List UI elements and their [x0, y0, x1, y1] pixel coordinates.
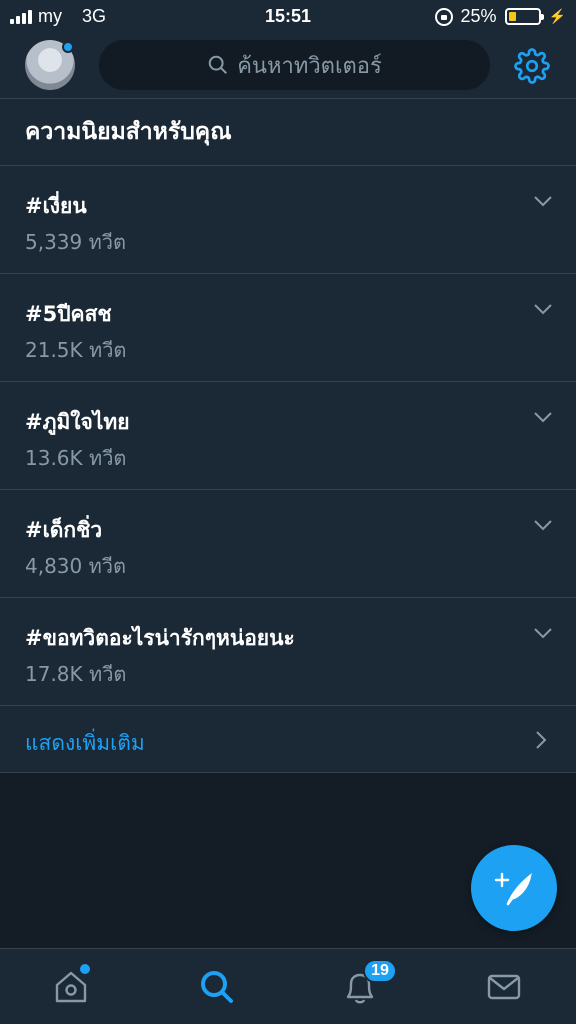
chevron-down-icon[interactable]: [533, 410, 553, 424]
compose-tweet-icon: [494, 872, 532, 906]
show-more-link[interactable]: แสดงเพิ่มเติม: [0, 706, 576, 773]
trend-count: 13.6K ทวีต: [25, 446, 127, 470]
search-icon: [208, 55, 228, 74]
status-bar: my 3G 15:51 25% ⚡: [0, 0, 576, 34]
trend-item[interactable]: #ภูมิใจไทย 13.6K ทวีต: [0, 382, 576, 490]
trend-name: #เงี่ยน: [25, 194, 87, 218]
tab-explore[interactable]: [197, 967, 237, 1007]
trend-item[interactable]: #เงี่ยน 5,339 ทวีต: [0, 166, 576, 274]
charging-icon: ⚡: [548, 8, 566, 24]
tab-messages[interactable]: [484, 967, 524, 1007]
trend-count: 17.8K ทวีต: [25, 662, 127, 686]
search-bar[interactable]: ค้นหาทวิตเตอร์: [99, 40, 490, 90]
chevron-down-icon[interactable]: [533, 302, 553, 316]
trend-item[interactable]: #5ปีคสช 21.5K ทวีต: [0, 274, 576, 382]
trend-count: 21.5K ทวีต: [25, 338, 127, 362]
top-header: ค้นหาทวิตเตอร์: [0, 34, 576, 99]
battery-percent: 25%: [460, 6, 497, 26]
trend-name: #5ปีคสช: [25, 302, 112, 326]
chevron-down-icon[interactable]: [533, 518, 553, 532]
search-placeholder: ค้นหาทวิตเตอร์: [237, 53, 382, 79]
chevron-down-icon[interactable]: [533, 194, 553, 208]
bottom-tab-bar: 19: [0, 948, 576, 1024]
trend-count: 5,339 ทวีต: [25, 230, 127, 254]
explore-search-icon: [201, 971, 233, 1003]
status-right: 25% ⚡: [434, 6, 566, 27]
trend-name: #ขอทวิตอะไรน่ารักๆหน่อยนะ: [25, 626, 295, 650]
trend-name: #เด็กชิ่ว: [25, 518, 103, 542]
avatar-notification-dot: [62, 41, 74, 53]
section-title: ความนิยมสำหรับคุณ: [0, 99, 576, 166]
trend-item[interactable]: #เด็กชิ่ว 4,830 ทวีต: [0, 490, 576, 598]
gear-icon[interactable]: [514, 48, 550, 84]
battery-icon: [504, 8, 544, 25]
trend-name: #ภูมิใจไทย: [25, 410, 130, 434]
chevron-right-icon: [536, 731, 547, 749]
trend-item[interactable]: #ขอทวิตอะไรน่ารักๆหน่อยนะ 17.8K ทวีต: [0, 598, 576, 706]
chevron-down-icon[interactable]: [533, 626, 553, 640]
trend-count: 4,830 ทวีต: [25, 554, 127, 578]
notifications-badge: 19: [363, 959, 397, 983]
compose-tweet-button[interactable]: [471, 845, 557, 931]
battery-fill: [508, 12, 516, 21]
mail-icon: [487, 974, 521, 1000]
trends-list: #เงี่ยน 5,339 ทวีต #5ปีคสช 21.5K ทวีต #ภ…: [0, 166, 576, 773]
home-notification-dot: [80, 964, 90, 974]
show-more-label: แสดงเพิ่มเติม: [25, 731, 145, 755]
rotation-lock-icon: [434, 7, 453, 26]
